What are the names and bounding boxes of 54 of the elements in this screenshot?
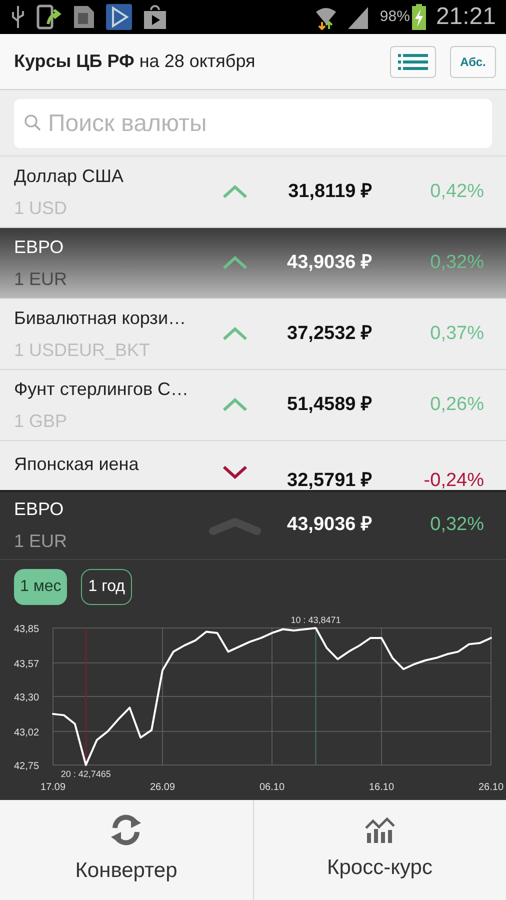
point-label: 20 : 42,7465 [60,769,111,779]
sim-card-icon [72,4,96,30]
exchange-rate: 43,9036 ₽ [286,513,372,538]
x-tick-label: 06.10 [259,782,285,793]
page-title: Курсы ЦБ РФ на 28 октября [14,50,256,73]
period-button[interactable]: 1 год [81,569,132,605]
shopping-bag-icon [142,4,168,30]
play-store-icon [106,4,132,30]
currency-name: Фунт стерлингов С… [14,378,190,401]
percent-change: 0,26% [429,392,484,417]
exchange-rate: 43,9036 ₽ [286,250,372,275]
signal-icon [348,5,370,29]
currency-name: Бивалютная корзи… [14,306,187,330]
period-button[interactable]: 1 мес [14,569,68,605]
search-field[interactable]: Поиск валюты [14,99,492,148]
bottom-tab[interactable]: Конвертер [0,800,252,900]
percent-change: 0,32% [429,250,484,275]
y-tick-label: 43,85 [14,624,40,635]
y-tick-label: 43,57 [14,658,40,670]
currency-unit: 1 EUR [14,530,68,553]
exchange-rate: 37,2532 ₽ [286,322,372,346]
clock: 21:21 [436,2,496,32]
x-tick-label: 26.09 [150,782,176,793]
absolute-button[interactable]: Абс. [450,46,496,78]
usb-icon [10,4,26,30]
currency-row[interactable]: ЕВРО 1 EUR 43,9036 ₽ 0,32% [0,228,506,299]
currency-name: Японская иена [14,453,140,476]
y-tick-label: 43,02 [14,727,40,738]
chevron-up-icon [209,516,261,534]
currency-name: Доллар США [14,164,125,188]
currency-name: ЕВРО [14,498,65,521]
x-tick-label: 26.10 [478,782,504,793]
percent-change: -0,24% [422,469,484,490]
search-icon [24,114,42,132]
y-tick-label: 43,30 [14,692,40,704]
exchange-rate: 32,5791 ₽ [286,469,372,490]
x-tick-label: 16.10 [368,782,394,793]
battery-charging-icon [412,4,426,30]
phone-upload-icon [36,4,62,30]
bar-chart-icon [364,816,396,844]
list-icon [398,54,428,70]
percent-change: 0,32% [429,513,484,538]
currency-unit: 1 EUR [14,268,68,290]
currency-name: ЕВРО [14,236,65,258]
bottom-tab[interactable]: Кросс-курс [252,800,506,900]
list-view-button[interactable] [390,46,436,78]
percent-change: 0,42% [429,180,484,204]
y-tick-label: 42,75 [14,761,40,772]
exchange-rate: 51,4589 ₽ [286,392,372,417]
battery-percent: 98% [380,6,410,27]
x-tick-label: 17.09 [40,782,66,793]
percent-change: 0,37% [429,322,484,346]
point-label: 10 : 43,8471 [290,615,341,625]
exchange-rate: 31,8119 ₽ [287,180,372,204]
